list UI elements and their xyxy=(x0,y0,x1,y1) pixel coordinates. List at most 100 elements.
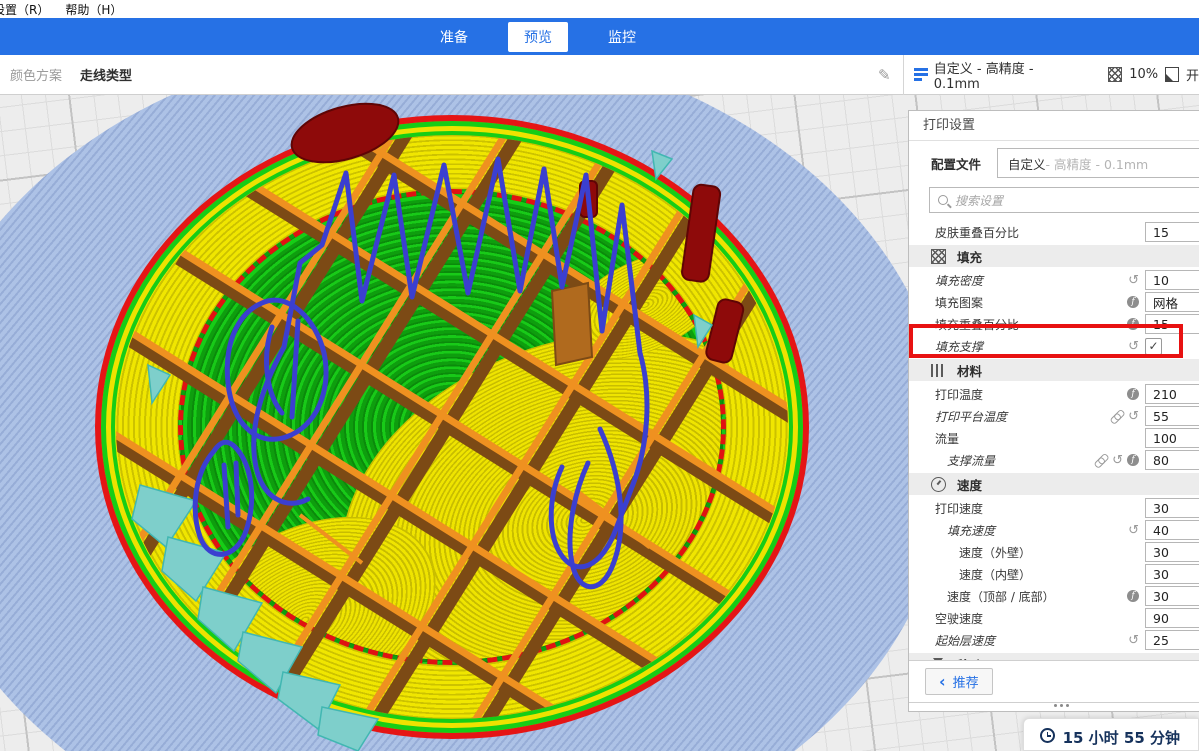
info-icon: f xyxy=(1127,388,1139,400)
drag-dots-icon xyxy=(1054,704,1069,707)
info-icon: f xyxy=(1127,318,1139,330)
setting-label: 填充支撑 xyxy=(909,338,1093,355)
setting-value-field[interactable]: 210 xyxy=(1145,384,1199,404)
search-placeholder: 搜索设置 xyxy=(955,192,1003,209)
setting-row: 空驶速度 90 xyxy=(909,607,1199,629)
tab-monitor[interactable]: 监控 xyxy=(598,22,646,52)
setting-value-field[interactable]: 40 xyxy=(1145,520,1199,540)
info-icon: f xyxy=(1127,454,1139,466)
setting-row: 填充密度 ↺ 10 xyxy=(909,269,1199,291)
profile-dropdown[interactable]: 自定义 - 高精度 - 0.1mm xyxy=(997,148,1199,178)
setting-value-field[interactable]: 30 xyxy=(1145,542,1199,562)
setting-label: 起始层速度 xyxy=(909,632,1093,649)
menu-help[interactable]: 帮助（H） xyxy=(65,1,122,18)
setting-row: 皮肤重叠百分比15 xyxy=(909,221,1199,243)
setting-row: 速度（内壁） 30 xyxy=(909,563,1199,585)
setting-label: 支撑流量 xyxy=(909,452,1093,469)
print-time-card[interactable]: 15 小时 55 分钟 xyxy=(1023,718,1199,751)
toolbar-divider xyxy=(903,55,904,95)
setting-value-field[interactable]: 30 xyxy=(1145,564,1199,584)
clock-icon xyxy=(1040,728,1055,743)
reset-icon[interactable]: ↺ xyxy=(1128,410,1139,423)
setting-label: 填充速度 xyxy=(909,522,1093,539)
link-icon xyxy=(1107,406,1127,426)
setting-label: 速度（内壁） xyxy=(909,566,1093,583)
setting-row: 填充图案 f 网格 xyxy=(909,291,1199,313)
reset-icon[interactable]: ↺ xyxy=(1112,454,1123,467)
setting-row: 支撑流量 ↺ f 80 xyxy=(909,449,1199,471)
profile-label: 配置文件 xyxy=(931,154,981,173)
setting-value-field[interactable]: 25 xyxy=(1145,630,1199,650)
info-icon: f xyxy=(1127,590,1139,602)
print-summary[interactable]: 自定义 - 高精度 - 0.1mm 10% 开 xyxy=(914,58,1199,92)
reset-icon[interactable]: ↺ xyxy=(1128,274,1139,287)
setting-row: 打印平台温度 ↺ 55 xyxy=(909,405,1199,427)
color-scheme-label[interactable]: 颜色方案 xyxy=(10,65,62,84)
line-type-dropdown[interactable]: 走线类型 xyxy=(80,65,132,84)
recommended-button[interactable]: ‹ 推荐 xyxy=(925,668,993,695)
search-input[interactable]: 搜索设置 xyxy=(929,187,1199,213)
view-toolbar: 颜色方案 走线类型 ✎ 自定义 - 高精度 - 0.1mm 10% 开 xyxy=(0,55,1199,95)
reset-icon[interactable]: ↺ xyxy=(1128,340,1139,353)
infill-percent-text: 10% xyxy=(1129,67,1158,82)
stage-tabs: 准备 预览 监控 xyxy=(430,18,646,55)
stage-bar: 准备 预览 监控 xyxy=(0,18,1199,55)
setting-label: 空驶速度 xyxy=(909,610,1093,627)
setting-label: 流量 xyxy=(909,430,1093,447)
setting-row: 起始层速度 ↺ 25 xyxy=(909,629,1199,651)
search-icon xyxy=(938,195,948,205)
section-label: 速度 xyxy=(957,475,982,494)
setting-value-field[interactable]: 100 xyxy=(1145,428,1199,448)
section-header[interactable]: 填充 xyxy=(909,245,1199,267)
menu-bar: 设置（R） 帮助（H） xyxy=(0,0,1199,18)
reset-icon[interactable]: ↺ xyxy=(1128,634,1139,647)
tab-preview[interactable]: 预览 xyxy=(508,22,568,52)
print-settings-panel: 打印设置 配置文件 自定义 - 高精度 - 0.1mm 搜索设置 皮肤重叠百分比… xyxy=(908,110,1199,712)
setting-row: 填充速度 ↺ 40 xyxy=(909,519,1199,541)
setting-value-field[interactable]: 55 xyxy=(1145,406,1199,426)
setting-row: 填充支撑 ↺ ✓ xyxy=(909,335,1199,357)
setting-label: 填充密度 xyxy=(909,272,1093,289)
setting-value-field[interactable]: 80 xyxy=(1145,450,1199,470)
setting-label: 打印速度 xyxy=(909,500,1093,517)
setting-checkbox[interactable]: ✓ xyxy=(1145,338,1162,355)
profile-layers-icon xyxy=(914,68,927,81)
material-icon xyxy=(931,364,946,377)
setting-value-field[interactable]: 30 xyxy=(1145,586,1199,606)
section-header[interactable]: 移动 xyxy=(909,653,1199,660)
setting-label: 打印温度 xyxy=(909,386,1093,403)
panel-resize-handle[interactable] xyxy=(909,702,1199,711)
edit-pencil-icon[interactable]: ✎ xyxy=(878,66,891,84)
reset-icon[interactable]: ↺ xyxy=(1128,524,1139,537)
infill-icon xyxy=(931,249,946,264)
setting-value-field[interactable]: 30 xyxy=(1145,498,1199,518)
setting-value-field[interactable]: 15 xyxy=(1145,314,1199,334)
travel-icon xyxy=(931,657,946,661)
adhesion-state-text: 开 xyxy=(1186,65,1199,84)
section-header[interactable]: 速度 xyxy=(909,473,1199,495)
print-time-text: 15 小时 55 分钟 xyxy=(1063,727,1180,748)
setting-label: 填充图案 xyxy=(909,294,1093,311)
setting-row: 打印温度 f 210 xyxy=(909,383,1199,405)
setting-row: 速度（外壁）30 xyxy=(909,541,1199,563)
section-label: 填充 xyxy=(957,247,982,266)
setting-row: 流量 100 xyxy=(909,427,1199,449)
speed-icon xyxy=(931,477,946,492)
tab-prepare[interactable]: 准备 xyxy=(430,22,478,52)
infill-density-icon xyxy=(1108,67,1122,82)
setting-label: 打印平台温度 xyxy=(909,408,1093,425)
chevron-left-icon: ‹ xyxy=(939,674,946,690)
setting-value-field[interactable]: 15 xyxy=(1145,222,1199,242)
adhesion-icon xyxy=(1165,67,1179,82)
setting-value-field[interactable]: 10 xyxy=(1145,270,1199,290)
setting-row: 填充重叠百分比 f 15 xyxy=(909,313,1199,335)
menu-settings[interactable]: 设置（R） xyxy=(0,1,49,18)
link-icon xyxy=(1091,450,1111,470)
setting-select[interactable]: 网格 xyxy=(1145,292,1199,312)
setting-row: 打印速度 30 xyxy=(909,497,1199,519)
info-icon: f xyxy=(1127,296,1139,308)
setting-value-field[interactable]: 90 xyxy=(1145,608,1199,628)
setting-label: 填充重叠百分比 xyxy=(909,316,1093,333)
section-header[interactable]: 材料 xyxy=(909,359,1199,381)
setting-label: 速度（顶部 / 底部） xyxy=(909,588,1093,605)
